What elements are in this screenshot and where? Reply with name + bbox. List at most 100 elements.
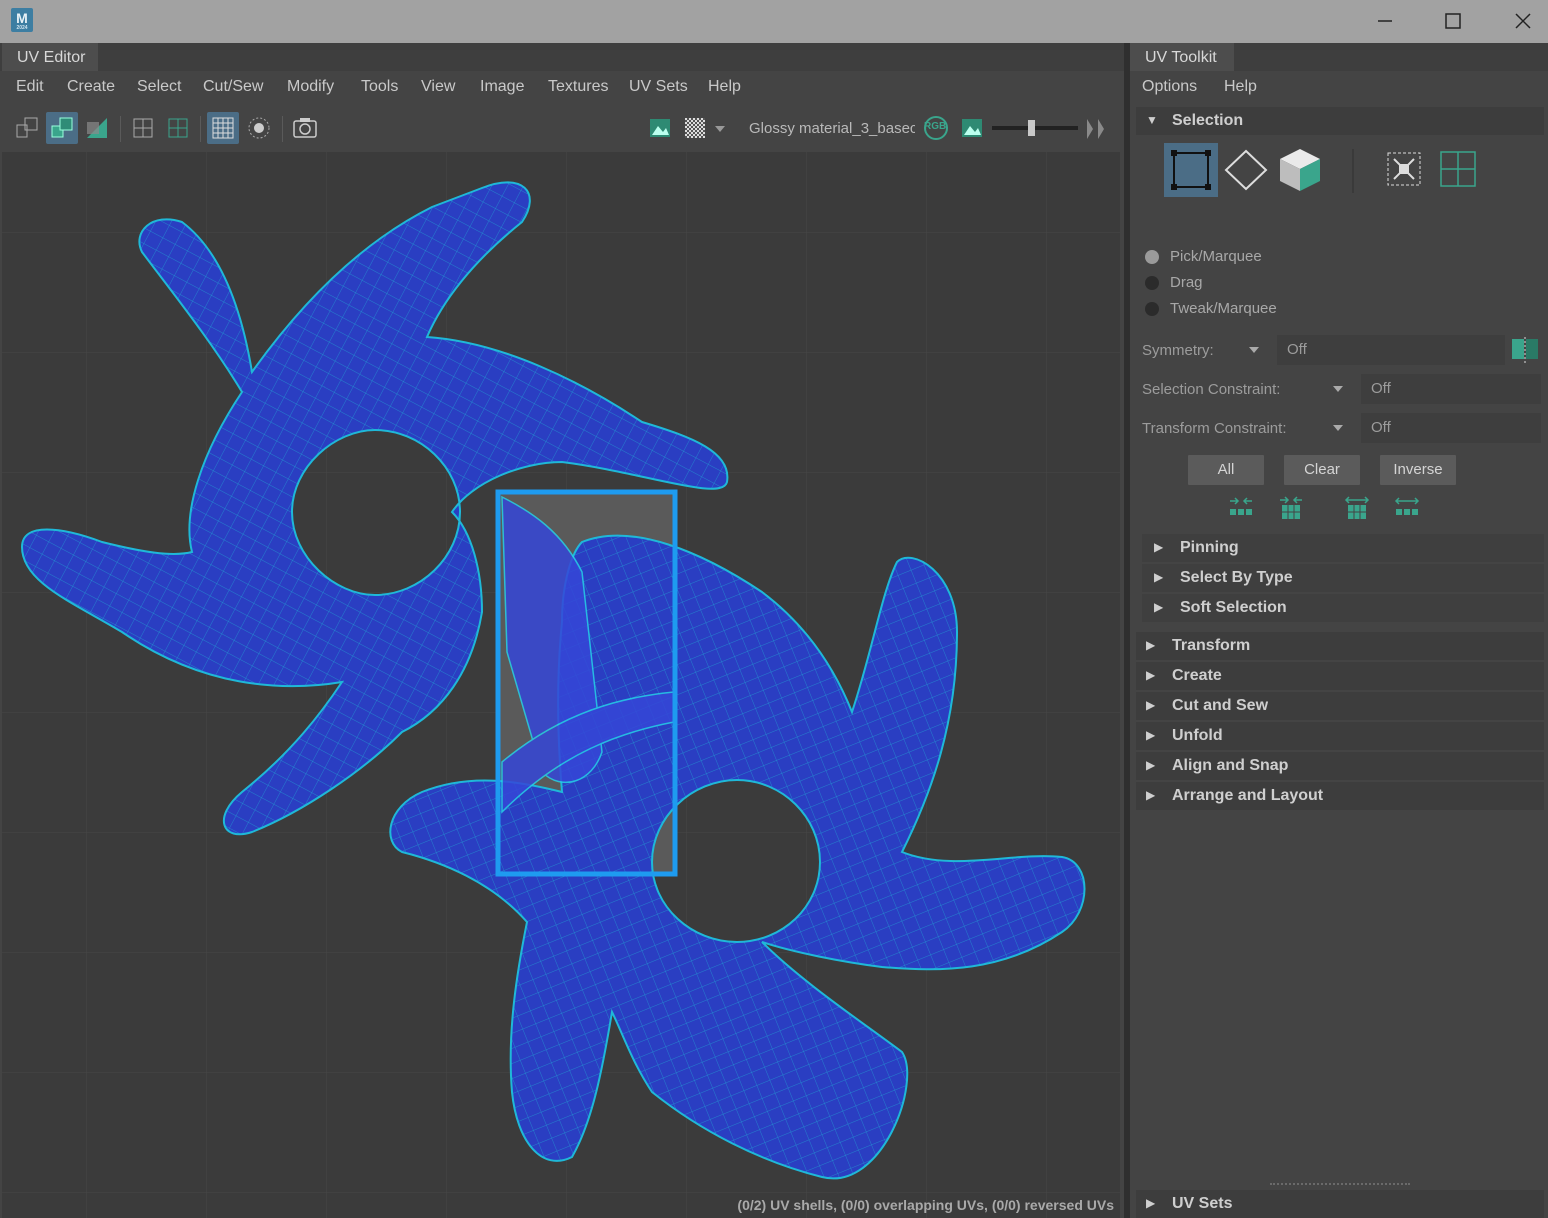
radio-indicator (1145, 302, 1159, 316)
uv-shell-mode-icon[interactable] (1222, 143, 1270, 197)
uv-editor-tab[interactable]: UV Editor (2, 43, 98, 71)
display-grid-icon[interactable] (207, 112, 239, 144)
menu-uv-sets[interactable]: UV Sets (629, 78, 688, 96)
section-cut-and-sew[interactable]: ▶ Cut and Sew (1136, 692, 1544, 720)
maya-app-icon: M 2024 (11, 8, 33, 32)
subsection-select-by-type[interactable]: ▶ Select By Type (1142, 564, 1544, 592)
pixel-snap-icon[interactable] (162, 112, 194, 144)
section-transform[interactable]: ▶ Transform (1136, 632, 1544, 660)
section-unfold[interactable]: ▶ Unfold (1136, 722, 1544, 750)
chevron-down-icon[interactable] (1249, 347, 1259, 353)
toolbar-separator (282, 116, 283, 142)
section-create[interactable]: ▶ Create (1136, 662, 1544, 690)
subsection-pinning[interactable]: ▶ Pinning (1142, 534, 1544, 562)
menu-help[interactable]: Help (708, 78, 741, 96)
select-grid-icon[interactable] (1436, 147, 1480, 193)
chevron-right-icon: ▶ (1146, 698, 1156, 712)
uv-shell-icon[interactable] (11, 112, 43, 144)
chevron-down-icon: ▼ (1146, 113, 1158, 127)
checker-tile-icon[interactable] (679, 112, 711, 144)
chevron-right-icon: ▶ (1154, 570, 1164, 584)
menu-modify[interactable]: Modify (287, 78, 334, 96)
menu-tools[interactable]: Tools (361, 78, 398, 96)
grow-selection-icon[interactable] (1392, 495, 1422, 521)
exposure-image-icon[interactable] (956, 112, 988, 144)
subsection-pinning-label: Pinning (1180, 539, 1239, 556)
camera-snapshot-icon[interactable] (289, 112, 321, 144)
chevron-right-icon: ▶ (1146, 1196, 1156, 1210)
chevron-down-icon[interactable] (1333, 425, 1343, 431)
radio-pick-marquee-label: Pick/Marquee (1170, 248, 1262, 265)
section-uv-sets-label: UV Sets (1172, 1195, 1233, 1212)
menu-cut-sew[interactable]: Cut/Sew (203, 78, 263, 96)
uv-toolkit-tabbar: UV Toolkit (1130, 43, 1548, 71)
section-align-and-snap-label: Align and Snap (1172, 757, 1289, 774)
chevron-right-icon: ▶ (1146, 668, 1156, 682)
exposure-slider[interactable] (990, 118, 1080, 138)
chevron-down-icon[interactable] (1333, 386, 1343, 392)
maximize-icon[interactable] (1438, 8, 1468, 34)
symmetry-axis-icon[interactable] (1510, 335, 1540, 365)
menu-edit[interactable]: Edit (16, 78, 44, 96)
selection-constraint-dropdown[interactable]: Off (1361, 374, 1541, 404)
toolkit-menu-options[interactable]: Options (1142, 78, 1197, 96)
symmetry-dropdown[interactable]: Off (1277, 335, 1505, 365)
toolbar-expand-icon[interactable] (1084, 116, 1108, 142)
close-icon[interactable] (1508, 8, 1538, 34)
uv-select-mode-icon[interactable] (1164, 143, 1218, 197)
radio-indicator (1145, 250, 1159, 264)
section-arrange-and-layout-label: Arrange and Layout (1172, 787, 1324, 804)
section-uv-sets[interactable]: ▶ UV Sets (1136, 1190, 1544, 1218)
radio-drag-label: Drag (1170, 274, 1203, 291)
subsection-soft-selection-label: Soft Selection (1180, 599, 1287, 616)
chevron-down-icon[interactable] (712, 112, 728, 144)
object-mode-icon[interactable] (1276, 143, 1324, 197)
symmetry-label: Symmetry: (1142, 342, 1214, 359)
section-align-and-snap[interactable]: ▶ Align and Snap (1136, 752, 1544, 780)
grid-icon[interactable] (127, 112, 159, 144)
uv-distortion-icon[interactable] (81, 112, 113, 144)
uv-toolkit-panel: UV Toolkit Options Help ▼ Selection Pick… (1130, 43, 1548, 1218)
image-display-icon[interactable] (644, 112, 676, 144)
section-arrange-and-layout[interactable]: ▶ Arrange and Layout (1136, 782, 1544, 810)
uv-status-text: (0/2) UV shells, (0/0) overlapping UVs, … (737, 1197, 1114, 1213)
shrink-selection-icon[interactable] (1226, 495, 1256, 521)
shrink-grid-icon[interactable] (1276, 495, 1306, 521)
chevron-right-icon: ▶ (1146, 788, 1156, 802)
subsection-soft-selection[interactable]: ▶ Soft Selection (1142, 594, 1544, 622)
grow-grid-icon[interactable] (1342, 495, 1372, 521)
menu-textures[interactable]: Textures (548, 78, 608, 96)
select-components-icon[interactable] (1382, 147, 1426, 193)
chevron-right-icon: ▶ (1146, 728, 1156, 742)
selection-icons-separator (1352, 149, 1354, 193)
section-create-label: Create (1172, 667, 1222, 684)
clear-selection-button[interactable]: Clear (1284, 455, 1360, 485)
isolate-icon[interactable] (243, 112, 275, 144)
material-selector[interactable]: Glossy material_3_basec (749, 120, 915, 137)
chevron-right-icon: ▶ (1154, 540, 1164, 554)
uv-sets-resize-grip[interactable] (1270, 1183, 1410, 1185)
uv-canvas[interactable] (2, 152, 1120, 1218)
uv-editor-toolbar: Glossy material_3_basec RGB (2, 104, 1122, 152)
chevron-right-icon: ▶ (1146, 638, 1156, 652)
inverse-selection-button[interactable]: Inverse (1380, 455, 1456, 485)
menu-create[interactable]: Create (67, 78, 115, 96)
uv-shell-filled-icon[interactable] (46, 112, 78, 144)
menu-image[interactable]: Image (480, 78, 524, 96)
app-icon-letter: M (16, 10, 28, 26)
toolkit-menu-help[interactable]: Help (1224, 78, 1257, 96)
section-selection[interactable]: ▼ Selection (1136, 107, 1544, 135)
menu-view[interactable]: View (421, 78, 455, 96)
rgb-label: RGB (924, 121, 947, 132)
uv-toolkit-tab[interactable]: UV Toolkit (1130, 43, 1234, 71)
minimize-icon[interactable] (1370, 8, 1400, 34)
rgb-channel-icon[interactable]: RGB (920, 112, 952, 144)
chevron-right-icon: ▶ (1154, 600, 1164, 614)
window-titlebar: M 2024 (0, 0, 1548, 43)
select-all-button[interactable]: All (1188, 455, 1264, 485)
radio-indicator (1145, 276, 1159, 290)
uv-viewport[interactable]: (0/2) UV shells, (0/0) overlapping UVs, … (2, 152, 1120, 1218)
app-icon-version: 2024 (16, 25, 28, 31)
menu-select[interactable]: Select (137, 78, 181, 96)
transform-constraint-dropdown[interactable]: Off (1361, 413, 1541, 443)
